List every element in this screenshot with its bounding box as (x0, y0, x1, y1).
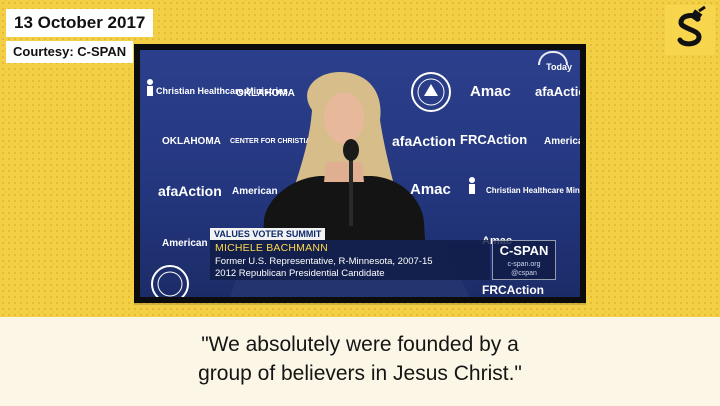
s-logo-icon (677, 5, 706, 47)
speaker-title-line: 2012 Republican Presidential Candidate (215, 268, 385, 279)
speaker-info-bar: MICHELE BACHMANN Former U.S. Representat… (210, 240, 490, 280)
quote-band: "We absolutely were founded by a group o… (0, 317, 720, 406)
today-badge: Today (538, 51, 572, 72)
courtesy-label: Courtesy: C-SPAN (6, 41, 134, 63)
quote-line: group of believers in Jesus Christ." (198, 362, 522, 385)
quote-caption: "We absolutely were founded by a group o… (0, 330, 720, 388)
network-logo: C-SPAN (499, 243, 549, 258)
brand-logo (665, 5, 715, 55)
network-handle: @cspan (511, 270, 537, 277)
speaker-title-line: Former U.S. Representative, R-Minnesota,… (215, 256, 433, 267)
network-url: c-span.org (507, 261, 541, 268)
lower-third: VALUES VOTER SUMMIT MICHELE BACHMANN For… (210, 228, 572, 280)
event-label: VALUES VOTER SUMMIT (210, 228, 326, 240)
date-label: 13 October 2017 (6, 9, 154, 37)
tv-frame: Christian Healthcare Ministries OKLAHOMA… (134, 44, 586, 303)
quote-line: "We absolutely were founded by a (201, 333, 519, 356)
video-screen: Christian Healthcare Ministries OKLAHOMA… (140, 50, 580, 297)
speaker-name: MICHELE BACHMANN (215, 242, 328, 254)
network-bug: C-SPAN c-span.org @cspan (492, 240, 556, 280)
